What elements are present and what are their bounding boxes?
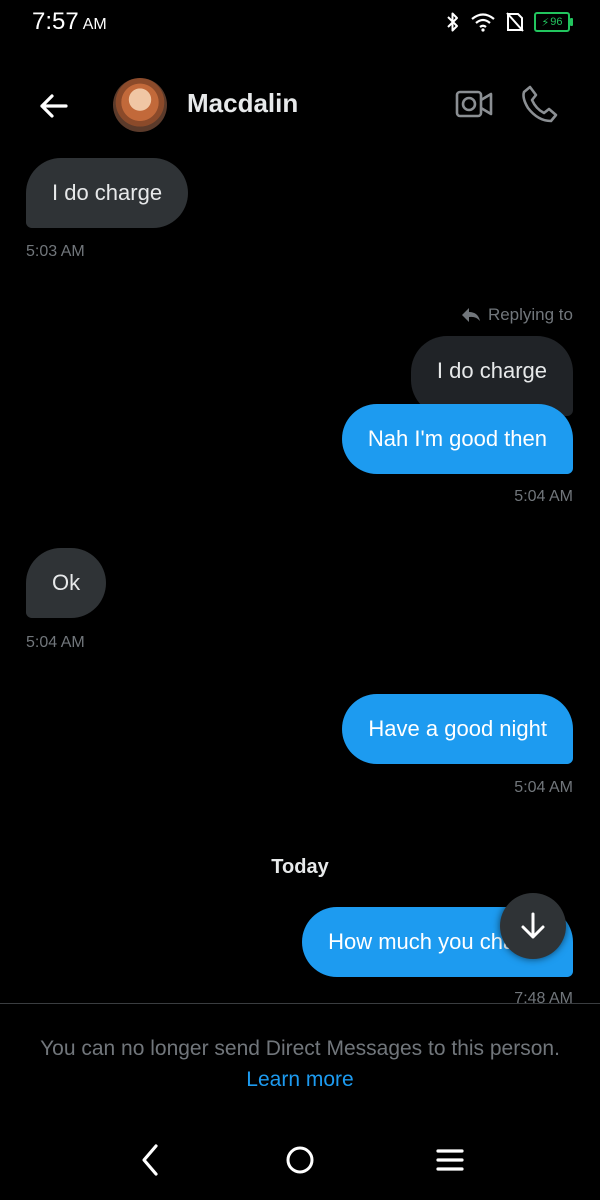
phone-icon[interactable] bbox=[520, 84, 558, 124]
message-timestamp: 5:04 AM bbox=[514, 779, 573, 796]
scroll-to-bottom-button[interactable] bbox=[500, 893, 566, 959]
learn-more-link[interactable]: Learn more bbox=[0, 1068, 600, 1092]
battery-icon: ⚡ 96 bbox=[534, 12, 573, 32]
status-time-ampm: AM bbox=[82, 16, 107, 33]
wifi-icon bbox=[471, 13, 495, 32]
message-timestamp: 7:48 AM bbox=[514, 990, 573, 1003]
replying-to-label: Replying to bbox=[460, 305, 573, 325]
nav-home-icon[interactable] bbox=[283, 1143, 317, 1177]
video-call-icon[interactable] bbox=[455, 86, 493, 122]
status-time: 7:57 AM bbox=[32, 8, 107, 36]
reply-icon bbox=[461, 308, 480, 322]
status-icons: ⚡ 96 bbox=[446, 10, 573, 34]
message-bubble-incoming[interactable]: Ok bbox=[26, 548, 107, 618]
date-separator: Today bbox=[271, 856, 329, 878]
composer-divider bbox=[0, 1003, 600, 1004]
message-timestamp: 5:04 AM bbox=[514, 488, 573, 505]
nav-menu-icon[interactable] bbox=[434, 1145, 466, 1175]
message-bubble-outgoing[interactable]: Nah I'm good then bbox=[341, 404, 573, 474]
dm-restricted-notice: You can no longer send Direct Messages t… bbox=[40, 1037, 560, 1060]
message-bubble-outgoing[interactable]: Have a good night bbox=[342, 694, 573, 764]
battery-level: 96 bbox=[550, 16, 563, 28]
avatar[interactable] bbox=[113, 78, 167, 132]
message-timestamp: 5:04 AM bbox=[26, 634, 85, 651]
bluetooth-icon bbox=[447, 12, 458, 32]
back-arrow-icon[interactable] bbox=[34, 86, 74, 126]
replying-to-text: Replying to bbox=[487, 305, 573, 324]
nav-back-icon[interactable] bbox=[134, 1140, 168, 1180]
status-time-value: 7:57 bbox=[32, 8, 79, 35]
timestamp-clip: 7:48 AM bbox=[0, 990, 600, 1003]
message-bubble-incoming[interactable]: I do charge bbox=[26, 158, 189, 228]
battery-bolt-icon: ⚡ bbox=[541, 16, 550, 29]
arrow-down-icon bbox=[521, 912, 545, 939]
no-sim-icon bbox=[506, 12, 524, 32]
message-timestamp: 5:03 AM bbox=[26, 243, 85, 260]
contact-name[interactable]: Macdalin bbox=[187, 88, 298, 119]
